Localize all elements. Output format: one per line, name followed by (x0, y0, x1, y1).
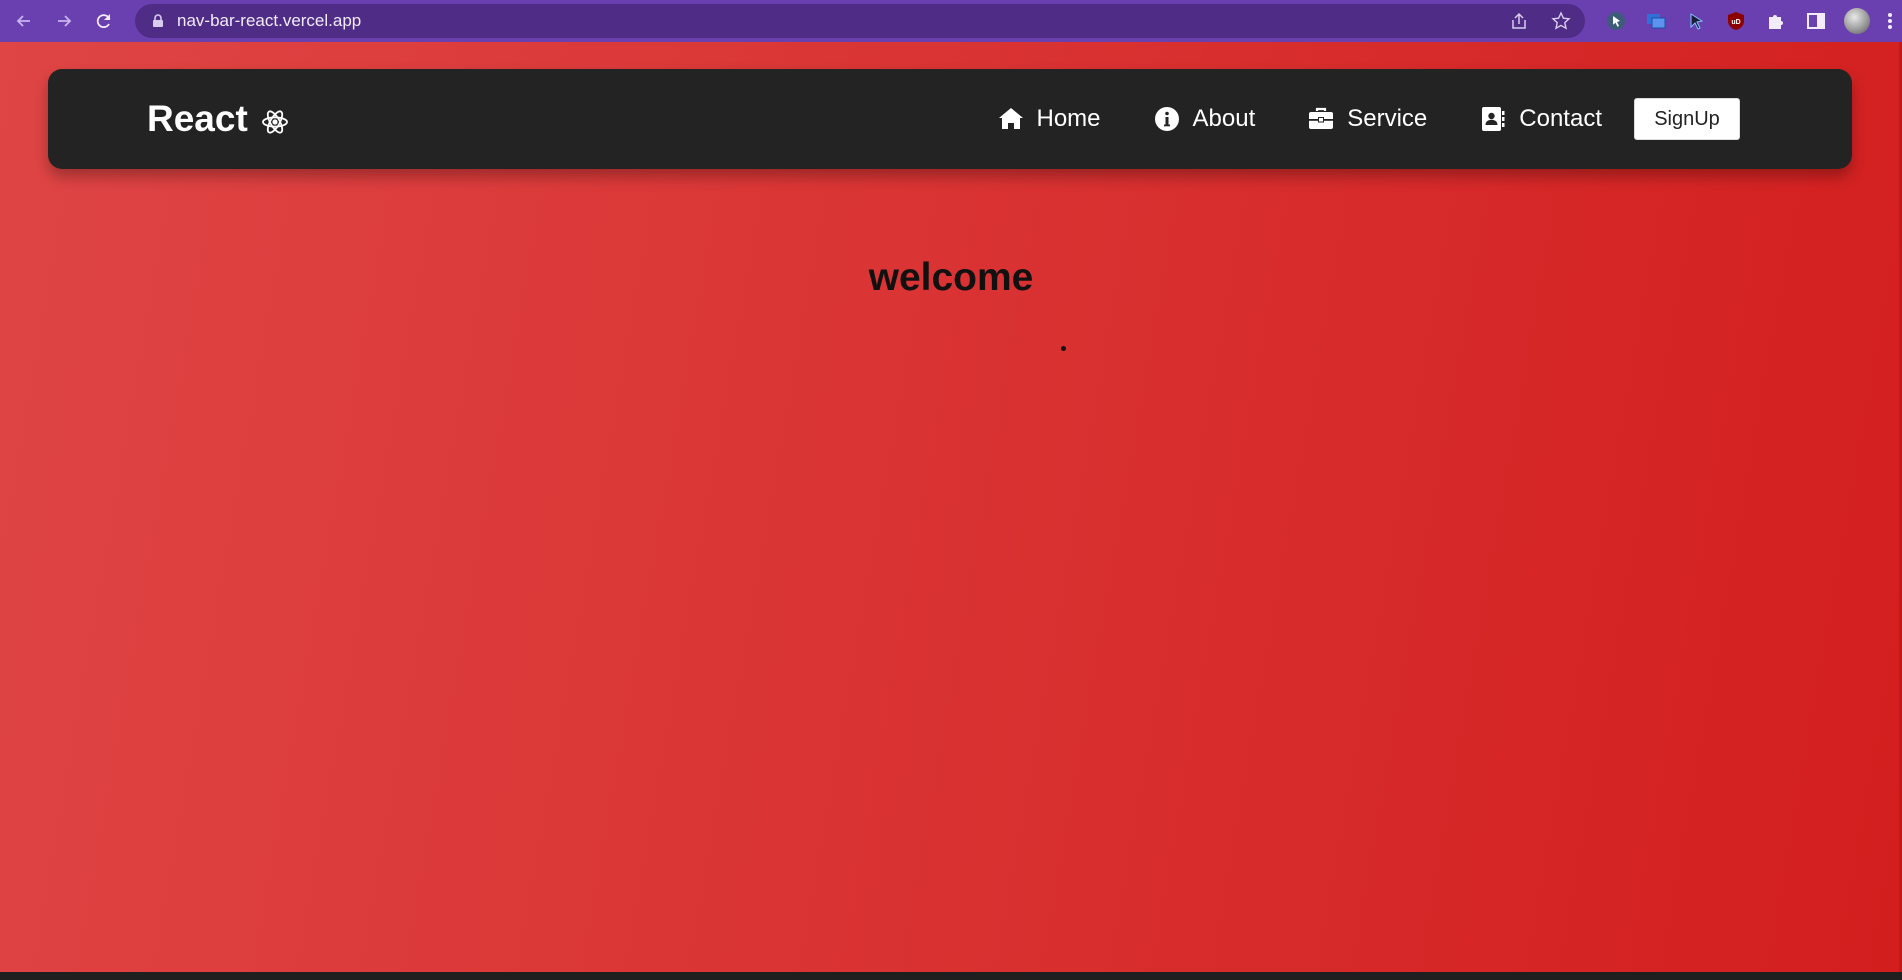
browser-toolbar: nav-bar-react.vercel.app uD (0, 0, 1902, 42)
sidebar-icon[interactable] (1804, 9, 1828, 33)
avatar[interactable] (1844, 8, 1870, 34)
window-extension-icon[interactable] (1644, 9, 1668, 33)
address-bar[interactable]: nav-bar-react.vercel.app (135, 4, 1585, 38)
arrow-right-icon[interactable] (48, 5, 80, 37)
address-book-icon (1482, 107, 1505, 131)
arrow-left-icon[interactable] (8, 5, 40, 37)
puzzle-icon[interactable] (1764, 9, 1788, 33)
react-atom-icon (261, 110, 288, 134)
brand-text: React (147, 98, 248, 139)
kebab-menu-icon[interactable] (1886, 9, 1894, 33)
nav-link-label: Service (1347, 105, 1428, 132)
url-text: nav-bar-react.vercel.app (177, 11, 362, 30)
reload-icon[interactable] (88, 5, 120, 37)
cursor-dot (1061, 346, 1066, 351)
nav-links: Home About Service Contact SignUp (997, 69, 1740, 169)
nav-link-service[interactable]: Service (1307, 105, 1427, 133)
ublock-icon[interactable]: uD (1724, 9, 1748, 33)
nav-link-label: Contact (1519, 105, 1602, 132)
navbar: React Home About Service Contact SignUp (48, 69, 1852, 169)
page-viewport: React Home About Service Contact SignUp … (0, 42, 1902, 972)
home-icon (998, 108, 1023, 129)
nav-link-contact[interactable]: Contact (1479, 105, 1602, 133)
nav-link-label: Home (1036, 105, 1101, 132)
page-heading: welcome (868, 256, 1034, 299)
brand-logo[interactable]: React (147, 69, 290, 169)
pointer-extension-icon[interactable] (1684, 9, 1708, 33)
nav-link-label: About (1192, 105, 1256, 132)
bottom-bar (0, 972, 1902, 980)
briefcase-icon (1309, 107, 1334, 129)
info-icon (1154, 107, 1179, 131)
share-icon[interactable] (1509, 11, 1529, 31)
star-icon[interactable] (1551, 11, 1571, 31)
lock-icon (153, 14, 163, 27)
nav-link-about[interactable]: About (1153, 105, 1256, 133)
nav-link-home[interactable]: Home (997, 105, 1101, 133)
signup-button[interactable]: SignUp (1634, 98, 1740, 140)
svg-text:uD: uD (1731, 19, 1740, 26)
cursor-extension-icon[interactable] (1604, 9, 1628, 33)
